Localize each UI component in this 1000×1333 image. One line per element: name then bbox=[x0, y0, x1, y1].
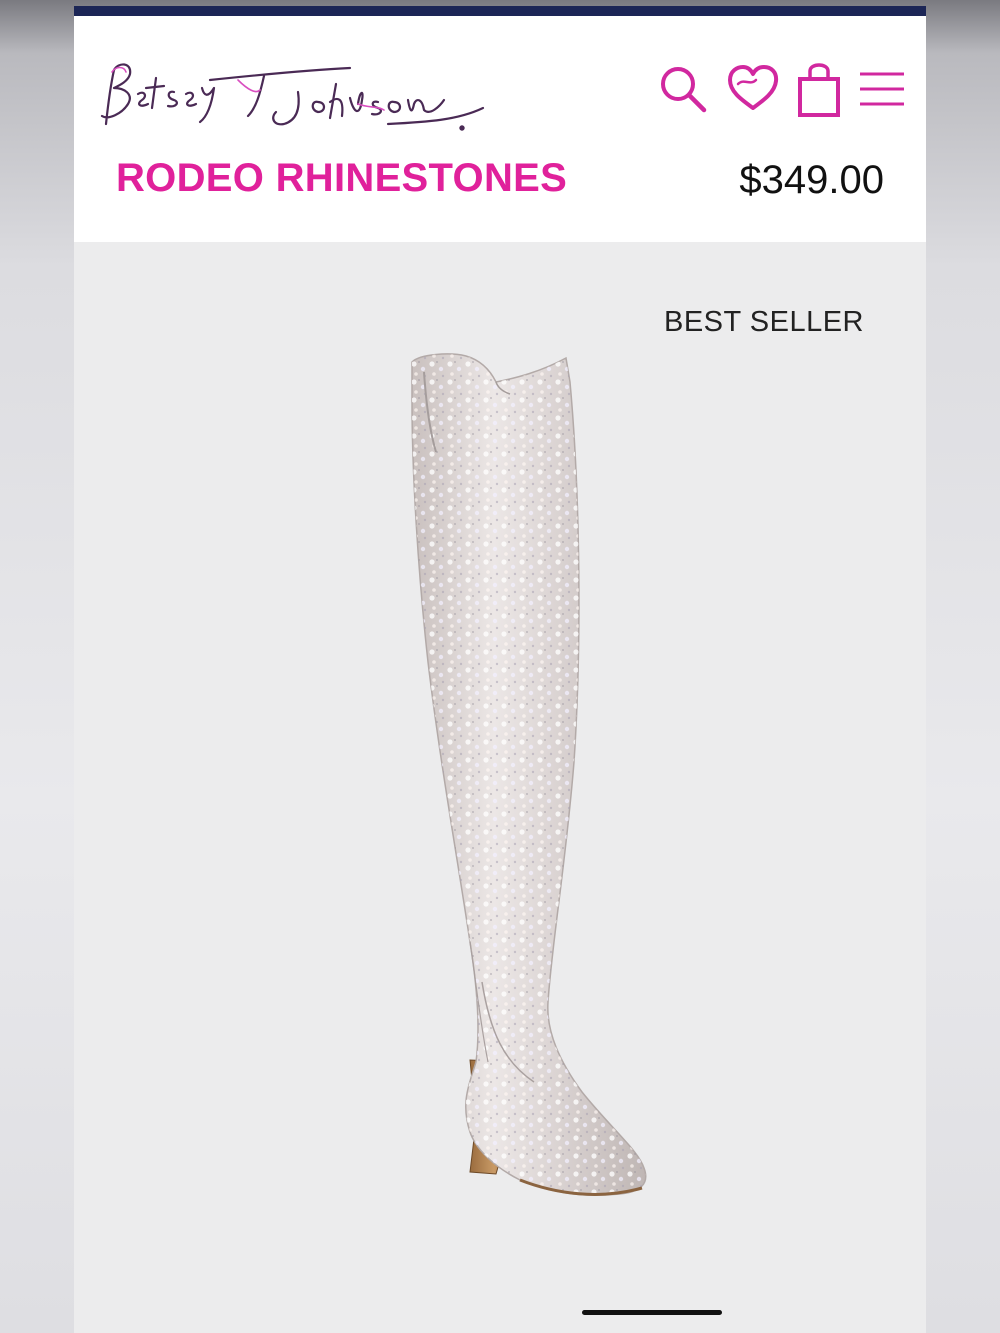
product-price: $349.00 bbox=[739, 158, 884, 202]
shopping-bag-icon[interactable] bbox=[796, 59, 842, 119]
app-screen: RODEO RHINESTONES $349.00 BEST SELLER bbox=[74, 6, 926, 1333]
status-bar bbox=[74, 6, 926, 16]
home-indicator[interactable] bbox=[582, 1310, 722, 1315]
hamburger-menu-icon[interactable] bbox=[856, 66, 908, 112]
wishlist-heart-icon[interactable] bbox=[724, 62, 782, 116]
search-icon[interactable] bbox=[656, 62, 710, 116]
site-header: RODEO RHINESTONES $349.00 bbox=[74, 16, 926, 242]
brand-logo[interactable] bbox=[88, 50, 498, 140]
product-title: RODEO RHINESTONES bbox=[116, 156, 568, 200]
product-image[interactable] bbox=[320, 342, 680, 1242]
best-seller-badge: BEST SELLER bbox=[663, 306, 864, 338]
header-icons bbox=[656, 54, 908, 124]
